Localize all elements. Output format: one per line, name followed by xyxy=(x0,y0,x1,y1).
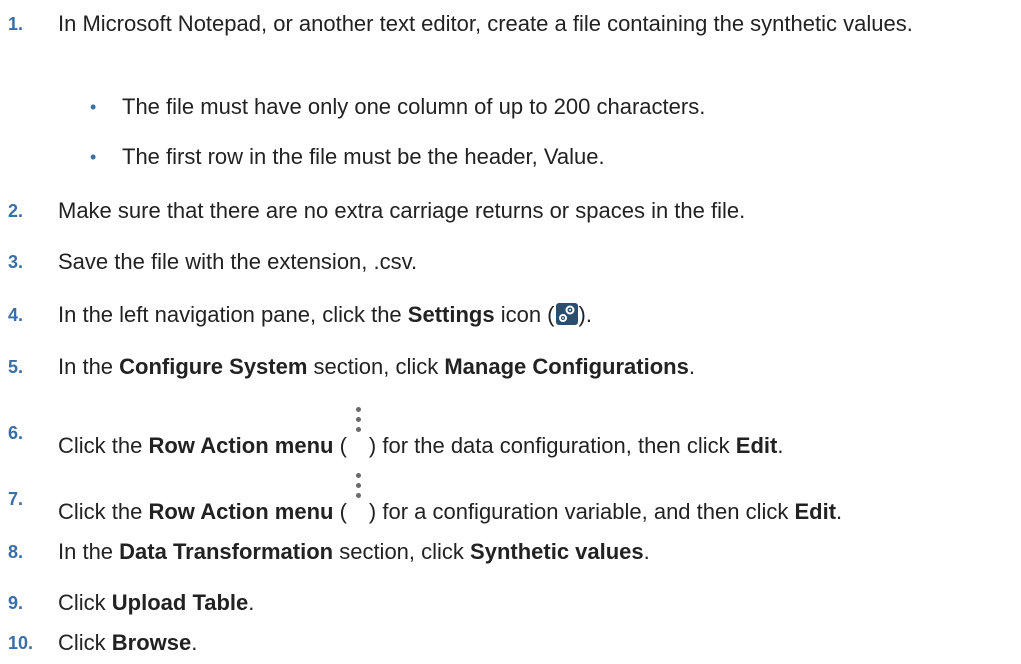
row-action-menu-label: Row Action menu xyxy=(148,433,334,458)
step-number: 9. xyxy=(8,593,24,613)
bullet-marker: • xyxy=(90,147,97,167)
procedure-steps: 1. In Microsoft Notepad, or another text… xyxy=(0,0,1021,664)
bullet-text: The first row in the file must be the he… xyxy=(122,144,605,169)
synthetic-values-label: Synthetic values xyxy=(470,539,644,564)
step-text: Click Browse. xyxy=(58,630,198,655)
step-number: 1. xyxy=(8,14,24,34)
edit-label: Edit xyxy=(794,499,837,524)
step-text: Save the file with the extension, .csv. xyxy=(58,249,418,274)
step-number: 4. xyxy=(8,305,24,325)
step-text: Click Upload Table. xyxy=(58,590,255,615)
settings-gear-icon xyxy=(555,303,578,325)
edit-label: Edit xyxy=(735,433,778,458)
step-text: In Microsoft Notepad, or another text ed… xyxy=(58,11,913,36)
step-text: Click the Row Action menu () for a confi… xyxy=(58,473,842,526)
step-number: 6. xyxy=(8,423,24,443)
row-action-menu-label: Row Action menu xyxy=(148,499,334,524)
bullet-text: The file must have only one column of up… xyxy=(122,94,706,119)
step-number: 3. xyxy=(8,252,24,272)
step-text: Make sure that there are no extra carria… xyxy=(58,198,746,223)
step-number: 2. xyxy=(8,201,24,221)
step-text: Click the Row Action menu () for the dat… xyxy=(58,407,783,460)
step-number: 5. xyxy=(8,357,24,377)
step-text: In the Data Transformation section, clic… xyxy=(58,539,650,564)
step-number: 7. xyxy=(8,489,24,509)
browse-label: Browse xyxy=(111,630,192,655)
bullet-marker: • xyxy=(90,97,97,117)
row-action-kebab-icon xyxy=(351,473,365,523)
step-text: In the left navigation pane, click the S… xyxy=(58,302,592,327)
upload-table-label: Upload Table xyxy=(111,590,249,615)
step-number: 10. xyxy=(8,633,34,653)
settings-label: Settings xyxy=(407,302,495,327)
manage-configurations-label: Manage Configurations xyxy=(444,354,689,379)
row-action-kebab-icon xyxy=(351,407,365,457)
step-text: In the Configure System section, click M… xyxy=(58,354,695,379)
data-transformation-label: Data Transformation xyxy=(119,539,334,564)
configure-system-label: Configure System xyxy=(119,354,308,379)
step-number: 8. xyxy=(8,542,24,562)
